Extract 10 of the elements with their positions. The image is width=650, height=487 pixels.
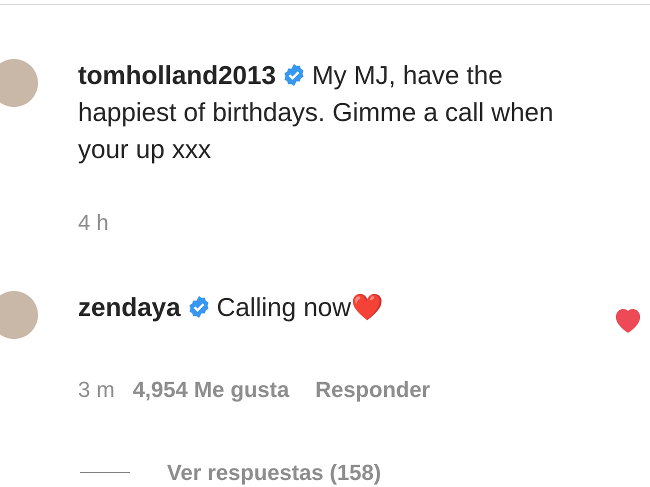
comment-text: tomholland2013 My MJ, have the happiest of birthdays. Gimme a call when your up xxx	[78, 59, 554, 166]
view-replies-link[interactable]: Ver respuestas (158)	[167, 456, 382, 487]
comment-time: 3 m	[78, 376, 115, 404]
avatar-placeholder[interactable]	[0, 291, 38, 339]
reply-link[interactable]: Responder	[315, 373, 430, 406]
comment-text: zendaya Calling now❤	[78, 291, 384, 324]
avatar-placeholder[interactable]	[0, 59, 38, 107]
heart-icon[interactable]	[614, 307, 642, 333]
likes-count[interactable]: 4,954 Me gusta	[132, 373, 290, 406]
comment-time: 4 h	[78, 209, 109, 237]
